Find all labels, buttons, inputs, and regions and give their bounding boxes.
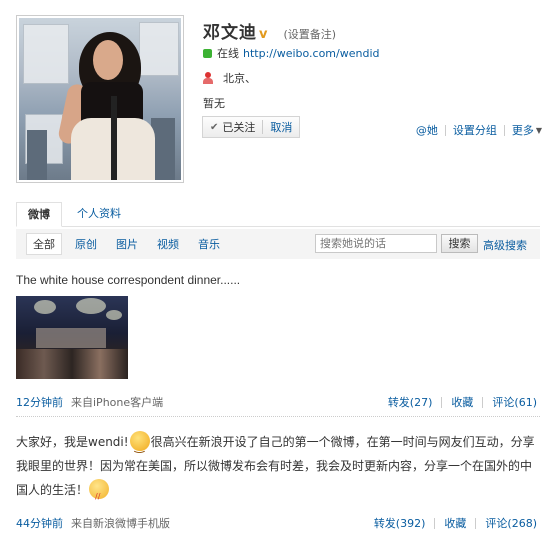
post-text-part: 大家好，我是wendi!: [16, 435, 129, 449]
female-icon: [203, 72, 213, 84]
repost-link[interactable]: 转发(392): [374, 515, 426, 531]
post-actions: 转发(27) 收藏 评论(61): [388, 394, 537, 410]
bio: 暂无: [203, 97, 225, 110]
follow-status-box: ✔ 已关注 取消: [202, 116, 301, 138]
avatar[interactable]: [16, 15, 184, 183]
profile-name: 邓文迪: [203, 23, 257, 43]
online-status: 在线: [217, 47, 239, 60]
filter-all[interactable]: 全部: [26, 233, 62, 255]
tab-weibo[interactable]: 微博: [16, 202, 62, 227]
profile-ops: @她 设置分组 更多 ▼: [416, 122, 542, 138]
profile-url-link[interactable]: http://weibo.com/wendid: [243, 47, 380, 60]
feed-filter-bar: 全部 原创 图片 视频 音乐 搜索 高级搜索: [16, 229, 540, 259]
post-source: 来自iPhone客户端: [71, 396, 164, 409]
favorite-link[interactable]: 收藏: [451, 394, 473, 410]
search-button[interactable]: 搜索: [441, 234, 478, 253]
unfollow-link[interactable]: 取消: [270, 119, 292, 135]
profile-tabs: 微博 个人资料: [16, 202, 540, 227]
filter-original[interactable]: 原创: [69, 234, 103, 254]
comment-link[interactable]: 评论(268): [485, 515, 537, 531]
comment-link[interactable]: 评论(61): [492, 394, 537, 410]
set-remark-link[interactable]: (设置备注): [283, 26, 336, 42]
filter-images[interactable]: 图片: [110, 234, 144, 254]
post-text: The white house correspondent dinner....…: [16, 273, 241, 287]
filter-music[interactable]: 音乐: [192, 234, 226, 254]
location: 北京、: [223, 72, 256, 85]
advanced-search-link[interactable]: 高级搜索: [483, 237, 527, 253]
set-group-link[interactable]: 设置分组: [453, 122, 497, 138]
shy-emoji-icon: [89, 479, 110, 509]
repost-link[interactable]: 转发(27): [388, 394, 433, 410]
post-image[interactable]: [16, 296, 128, 379]
followed-label: 已关注: [222, 121, 256, 134]
smile-emoji-icon: [129, 431, 150, 458]
mention-link[interactable]: @她: [416, 122, 438, 138]
tab-profile-info[interactable]: 个人资料: [66, 202, 132, 227]
online-status-row: 在线 http://weibo.com/wendid: [203, 45, 380, 61]
post-time-link[interactable]: 12分钟前: [16, 394, 63, 410]
post-source: 来自新浪微博手机版: [71, 517, 170, 530]
avatar-photo: [19, 18, 181, 180]
post-meta: 44分钟前 来自新浪微博手机版: [16, 515, 170, 531]
location-row: 北京、: [203, 70, 256, 86]
post-actions: 转发(392) 收藏 评论(268): [374, 515, 537, 531]
check-icon: ✔: [210, 121, 219, 133]
more-menu[interactable]: 更多: [512, 122, 534, 138]
chevron-down-icon[interactable]: ▼: [536, 126, 542, 135]
post-divider: [16, 416, 540, 417]
profile-name-row: 邓文迪 v (设置备注): [203, 18, 336, 43]
search-input[interactable]: [315, 234, 437, 253]
favorite-link[interactable]: 收藏: [444, 515, 466, 531]
post-meta: 12分钟前 来自iPhone客户端: [16, 394, 163, 410]
filter-videos[interactable]: 视频: [151, 234, 185, 254]
verified-icon: v: [259, 27, 268, 42]
online-dot-icon: [203, 48, 212, 58]
post-text: 大家好，我是wendi!很高兴在新浪开设了自己的第一个微博，在第一时间与网友们互…: [16, 430, 542, 509]
post-time-link[interactable]: 44分钟前: [16, 515, 63, 531]
